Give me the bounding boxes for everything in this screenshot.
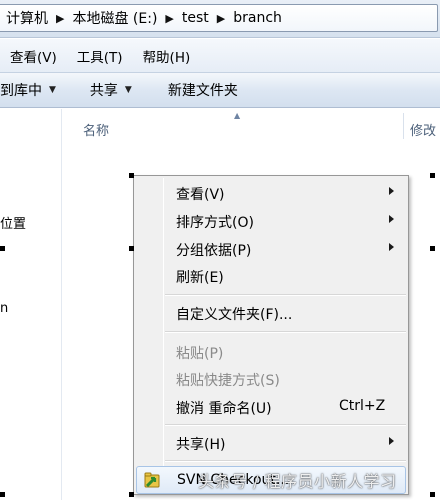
chevron-right-icon[interactable]: ▶ xyxy=(213,12,229,25)
chevron-right-icon[interactable]: ▶ xyxy=(161,12,177,25)
breadcrumb-label: 计算机 xyxy=(6,11,48,27)
breadcrumb-branch[interactable]: branch xyxy=(229,5,286,31)
menu-item-view[interactable]: 查看(V) xyxy=(136,179,406,206)
menu-tools[interactable]: 工具(T) xyxy=(71,46,129,66)
include-in-library-label: 到库中 xyxy=(0,83,42,99)
breadcrumb-label: branch xyxy=(233,10,282,26)
dropdown-caret-icon: ▼ xyxy=(124,85,132,95)
menu-separator xyxy=(165,424,406,426)
selection-handle xyxy=(0,492,5,497)
menu-item-label: 粘贴(P) xyxy=(176,346,224,362)
submenu-arrow-icon xyxy=(389,215,394,223)
menu-item-paste-shortcut[interactable]: 粘贴快捷方式(S) xyxy=(136,365,406,392)
share-label: 共享 xyxy=(89,83,118,99)
menu-help[interactable]: 帮助(H) xyxy=(137,46,197,66)
dropdown-caret-icon: ▼ xyxy=(49,85,56,95)
breadcrumb-label: test xyxy=(181,10,209,26)
navigation-pane[interactable]: 位置 n xyxy=(0,109,62,500)
chevron-right-icon[interactable]: ▶ xyxy=(52,12,68,25)
address-bar: 计算机 ▶ 本地磁盘 (E:) ▶ test ▶ branch xyxy=(0,0,440,38)
new-folder-label: 新建文件夹 xyxy=(167,83,238,99)
menu-item-customize-folder[interactable]: 自定义文件夹(F)... xyxy=(136,299,406,326)
share-button[interactable]: 共享 ▼ xyxy=(90,80,132,100)
submenu-arrow-icon xyxy=(389,437,394,445)
menu-item-undo-rename[interactable]: 撤消 重命名(U) Ctrl+Z xyxy=(136,393,406,420)
nav-item-partial[interactable]: n xyxy=(0,301,8,316)
menu-separator xyxy=(165,331,406,333)
column-header-row: 名称 ▲ 修改 xyxy=(63,109,440,145)
breadcrumb-test[interactable]: test ▶ xyxy=(178,5,229,31)
menu-item-group-by[interactable]: 分组依据(P) xyxy=(136,235,406,262)
breadcrumb-computer[interactable]: 计算机 ▶ xyxy=(2,5,68,31)
menu-item-label: 共享(H) xyxy=(176,437,226,453)
breadcrumb[interactable]: 计算机 ▶ 本地磁盘 (E:) ▶ test ▶ branch xyxy=(0,4,438,32)
menu-item-shortcut: Ctrl+Z xyxy=(339,398,386,414)
breadcrumb-local-disk[interactable]: 本地磁盘 (E:) ▶ xyxy=(68,5,177,31)
include-in-library-button[interactable]: 到库中 ▼ xyxy=(0,80,56,100)
column-header-name[interactable]: 名称 xyxy=(83,120,109,139)
menu-item-share[interactable]: 共享(H) xyxy=(136,429,406,456)
menu-bar: 查看(V) 工具(T) 帮助(H) xyxy=(0,39,440,73)
column-divider[interactable] xyxy=(403,113,404,139)
menu-item-paste[interactable]: 粘贴(P) xyxy=(136,338,406,365)
submenu-arrow-icon xyxy=(389,187,394,195)
menu-item-label: 撤消 重命名(U) xyxy=(176,401,272,417)
selection-handle xyxy=(129,246,134,251)
menu-separator xyxy=(165,294,406,296)
new-folder-button[interactable]: 新建文件夹 xyxy=(168,80,238,100)
selection-handle xyxy=(430,246,435,251)
selection-handle xyxy=(129,492,134,497)
sort-ascending-icon: ▲ xyxy=(234,111,241,120)
selection-handle xyxy=(129,173,134,178)
submenu-arrow-icon xyxy=(389,243,394,251)
menu-item-refresh[interactable]: 刷新(E) xyxy=(136,262,406,289)
menu-item-label: 自定义文件夹(F)... xyxy=(176,307,293,323)
tortoisesvn-checkout-icon xyxy=(144,472,160,488)
column-header-modified[interactable]: 修改 xyxy=(410,120,436,139)
menu-item-label: 排序方式(O) xyxy=(176,215,254,231)
command-bar: 到库中 ▼ 共享 ▼ 新建文件夹 xyxy=(0,73,440,108)
menu-view[interactable]: 查看(V) xyxy=(0,46,63,66)
selection-handle xyxy=(430,492,435,497)
menu-item-label: 查看(V) xyxy=(176,187,225,203)
menu-item-sort-by[interactable]: 排序方式(O) xyxy=(136,207,406,234)
selection-handle xyxy=(0,246,5,251)
selection-handle xyxy=(430,173,435,178)
nav-item-location[interactable]: 位置 xyxy=(0,213,26,232)
menu-item-label: 刷新(E) xyxy=(176,270,224,286)
breadcrumb-label: 本地磁盘 (E:) xyxy=(72,11,158,27)
menu-item-label: 分组依据(P) xyxy=(176,243,252,259)
watermark: 头条号 / 程序员小新人学习 xyxy=(198,472,397,491)
context-menu: 查看(V) 排序方式(O) 分组依据(P) 刷新(E) 自定义文件夹(F)...… xyxy=(133,175,409,495)
menu-separator xyxy=(165,460,406,462)
menu-item-label: 粘贴快捷方式(S) xyxy=(176,373,280,389)
